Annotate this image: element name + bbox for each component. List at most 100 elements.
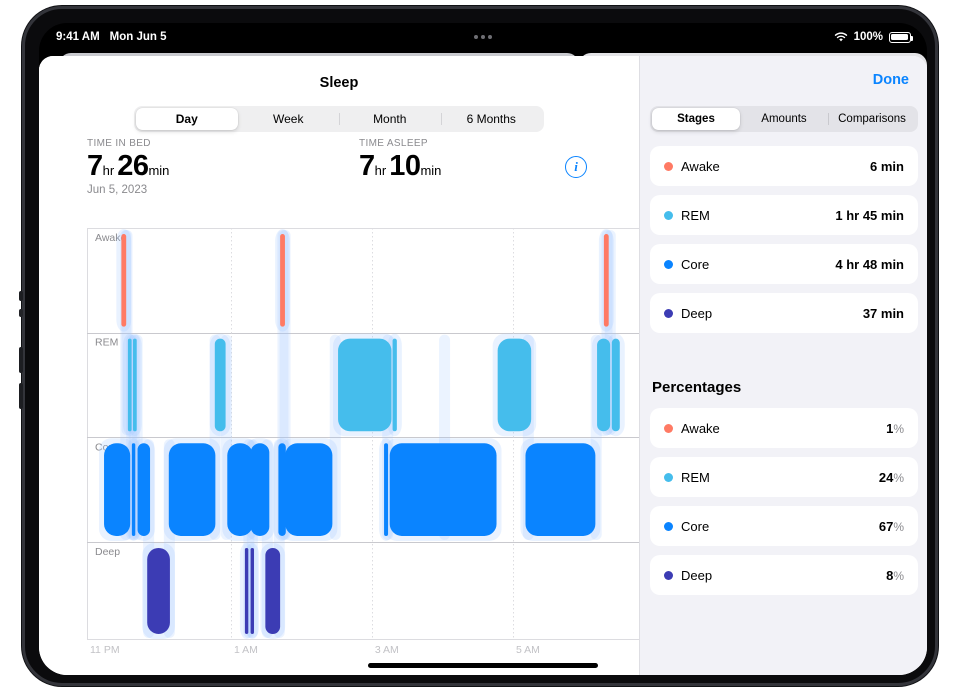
stage-value: 37 min [862,305,904,321]
ipad-device-frame: 9:41 AM Mon Jun 5 100% Sleep Day Week Mo… [19,6,938,686]
time-in-bed-hours-unit: hr [102,163,115,178]
chart-x-axis: 11 PM 1 AM 3 AM 5 AM [87,644,655,662]
sleep-segment-rem [338,338,392,432]
sleep-segment-core [104,443,131,536]
status-bar: 9:41 AM Mon Jun 5 100% [39,23,927,51]
sleep-segment-deep [265,547,281,634]
multitask-handle-icon[interactable] [474,35,492,39]
sleep-segment-core [285,443,333,536]
duration-row-deep[interactable]: Deep 37 min [650,293,918,333]
stage-label: Deep [681,305,713,321]
time-asleep-minutes-unit: min [420,163,442,178]
sleep-segment-core [227,443,253,536]
stage-label: Deep [681,567,713,583]
range-tab-month[interactable]: Month [339,108,441,130]
range-segmented-control[interactable]: Day Week Month 6 Months [134,106,544,132]
x-axis-tick: 1 AM [233,644,258,656]
detail-segmented-control[interactable]: Stages Amounts Comparisons [650,106,918,132]
stage-value: 1 hr 45 min [835,207,904,223]
x-axis-tick: 5 AM [516,644,540,656]
time-asleep-label: TIME ASLEEP [359,138,428,149]
stage-color-dot-awake [664,423,673,433]
sleep-segment-core [389,443,497,536]
home-indicator[interactable] [368,663,598,668]
svg-text:REM: REM [95,337,118,349]
sleep-date-label: Jun 5, 2023 [87,184,148,196]
sleep-segment-rem [214,338,226,432]
detail-tab-comparisons[interactable]: Comparisons [828,108,916,130]
range-tab-week[interactable]: Week [238,108,340,130]
sleep-segment-awake [603,234,609,327]
stage-label: Awake [681,420,720,436]
stage-color-dot-deep [664,570,673,580]
stage-durations-list: Awake 6 min REM 1 hr 45 min Core 4 hr 48 min D… [650,146,918,342]
battery-full-icon [889,31,913,43]
range-tab-6months[interactable]: 6 Months [440,108,543,130]
status-time: 9:41 AM [56,31,100,43]
stage-label: Core [681,518,710,534]
stage-value: 4 hr 48 min [835,256,904,272]
percentages-heading: Percentages [652,379,742,396]
status-bar-left: 9:41 AM Mon Jun 5 [56,31,167,43]
sleep-segment-core [137,443,151,536]
sleep-segment-core [278,443,286,536]
x-axis-tick: 3 AM [374,644,399,656]
wifi-icon [834,31,848,43]
time-asleep-stat: TIME ASLEEP 7hr 10min [359,138,441,183]
stage-color-dot-rem [664,472,673,482]
stage-label: Awake [681,158,720,174]
sleep-segment-deep [244,547,249,634]
detail-tab-stages[interactable]: Stages [652,108,740,130]
stage-percentages-list: Awake 1% REM 24% Core 67% Deep 8% [650,408,918,604]
done-button[interactable]: Done [873,72,909,88]
stage-color-dot-awake [664,161,673,171]
info-circle-icon[interactable]: i [565,156,587,178]
detail-tab-amounts[interactable]: Amounts [740,108,828,130]
sleep-segment-deep [250,547,254,634]
stage-value: 6 min [870,158,904,174]
sleep-stages-chart[interactable]: AwakeREMCoreDeep [87,228,655,640]
stage-value: 1% [886,420,904,436]
stage-label: Core [681,256,710,272]
stage-value: 67% [878,518,904,534]
sleep-segment-rem [127,338,132,432]
stage-color-dot-core [664,259,673,269]
sleep-segment-awake [121,234,127,327]
stage-color-dot-deep [664,308,673,318]
percentage-row-rem[interactable]: REM 24% [650,457,918,497]
sleep-segment-core [168,443,216,536]
sleep-segment-rem [133,338,137,432]
sleep-detail-sheet: Sleep Day Week Month 6 Months TIME IN BE… [39,56,927,675]
stage-label: REM [681,207,710,223]
time-in-bed-stat: TIME IN BED 7hr 26min Jun 5, 2023 [87,138,169,196]
percentage-row-deep[interactable]: Deep 8% [650,555,918,595]
stage-value: 24% [878,469,904,485]
stage-color-dot-core [664,521,673,531]
sleep-segment-rem [597,338,611,432]
sleep-segment-core [131,443,136,536]
sleep-segment-core [250,443,270,536]
percentage-row-awake[interactable]: Awake 1% [650,408,918,448]
sleep-segment-core [384,443,389,536]
time-in-bed-minutes-unit: min [148,163,170,178]
duration-row-rem[interactable]: REM 1 hr 45 min [650,195,918,235]
percentage-row-core[interactable]: Core 67% [650,506,918,546]
stage-color-dot-rem [664,210,673,220]
time-in-bed-hours: 7 [87,150,103,182]
time-asleep-minutes: 10 [389,150,421,182]
stage-label: REM [681,469,710,485]
time-in-bed-value: 7hr 26min [87,150,169,183]
time-in-bed-minutes: 26 [117,150,149,182]
device-side-button [19,291,23,301]
duration-row-awake[interactable]: Awake 6 min [650,146,918,186]
sleep-stages-chart-svg: AwakeREMCoreDeep [87,228,655,640]
status-date: Mon Jun 5 [109,31,167,43]
ipad-screen: 9:41 AM Mon Jun 5 100% Sleep Day Week Mo… [39,23,927,675]
volume-down-button [19,383,23,409]
time-in-bed-label: TIME IN BED [87,138,151,149]
duration-row-core[interactable]: Core 4 hr 48 min [650,244,918,284]
sleep-segment-deep [147,547,170,634]
stage-value: 8% [886,567,904,583]
sleep-segment-rem [611,338,620,432]
range-tab-day[interactable]: Day [136,108,238,130]
